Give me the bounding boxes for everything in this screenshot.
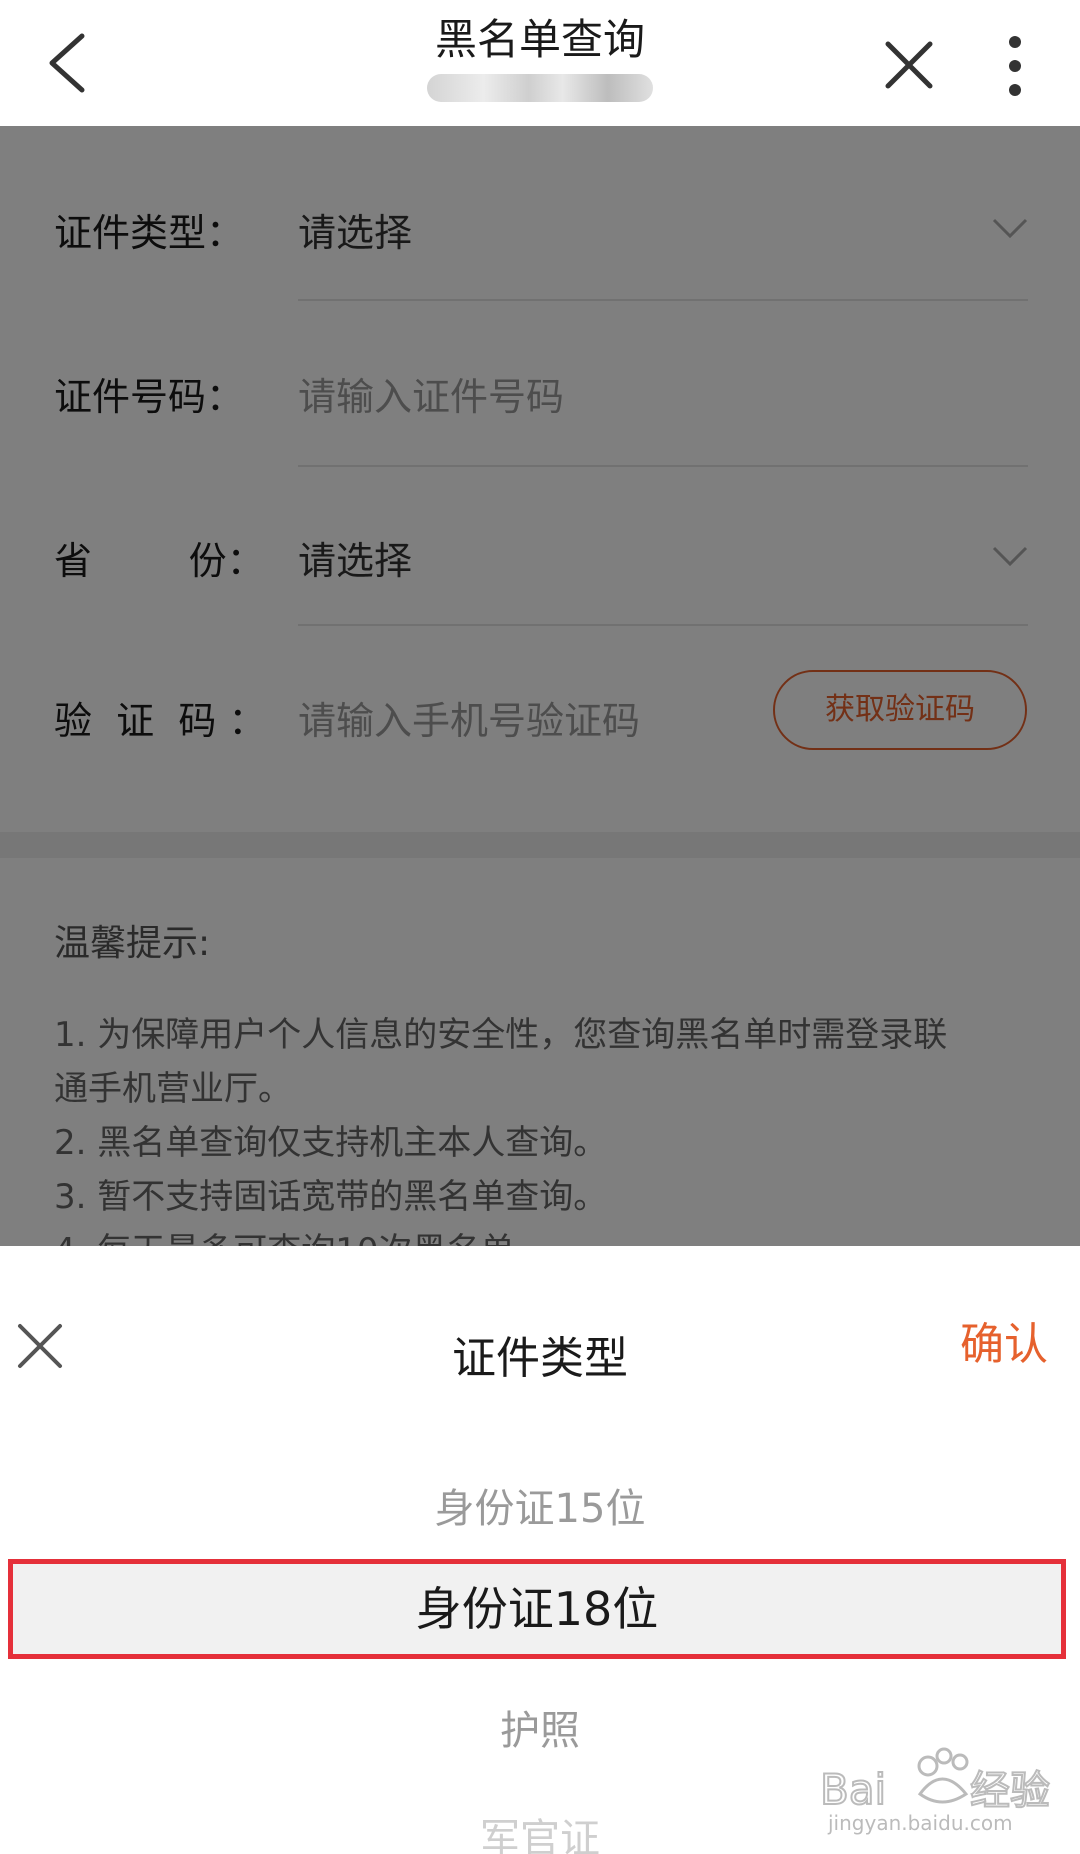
picker-option[interactable]: 身份证15位 [0,1476,1080,1534]
close-icon[interactable] [870,24,950,104]
close-icon[interactable] [12,1318,68,1374]
baidu-watermark-logo: Bai 经验 jingyan.baidu.com [819,1736,1070,1836]
svg-text:经验: 经验 [970,1768,1050,1814]
svg-text:Bai: Bai [820,1765,886,1814]
page-title: 黑名单查询 [434,15,645,64]
modal-overlay[interactable] [0,126,1080,1246]
blurred-phone-number [427,74,653,102]
back-icon[interactable] [30,22,110,104]
svg-text:jingyan.baidu.com: jingyan.baidu.com [827,1811,1013,1835]
nav-bar: 黑名单查询 [0,0,1080,126]
picker-title: 证件类型 [452,1333,628,1384]
confirm-button[interactable]: 确认 [960,1308,1048,1372]
more-menu-icon[interactable] [975,24,1055,104]
picker-option-selected[interactable]: 身份证18位 [8,1559,1066,1659]
picker-option-selected-label: 身份证18位 [415,1582,659,1636]
nav-title-group: 黑名单查询 [290,10,790,120]
